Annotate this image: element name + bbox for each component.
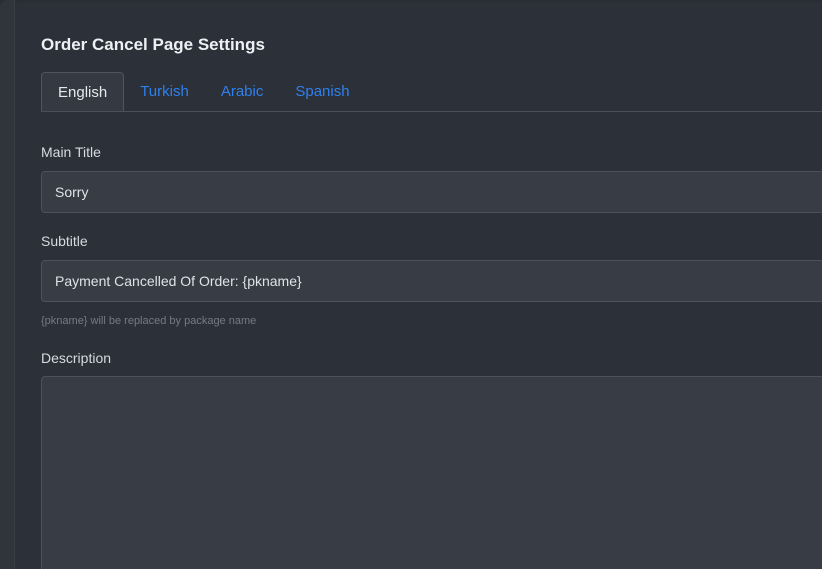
settings-window: Order Cancel Page Settings English Turki… xyxy=(0,0,822,569)
tab-arabic[interactable]: Arabic xyxy=(205,72,280,110)
tab-english[interactable]: English xyxy=(41,72,125,111)
subtitle-hint: {pkname} will be replaced by package nam… xyxy=(41,315,257,327)
description-label: Description xyxy=(41,350,112,366)
main-title-label: Main Title xyxy=(41,144,101,160)
tab-spanish[interactable]: Spanish xyxy=(279,72,365,110)
description-textarea[interactable] xyxy=(41,376,822,569)
page-title: Order Cancel Page Settings xyxy=(41,35,265,54)
tab-turkish[interactable]: Turkish xyxy=(124,72,205,110)
main-title-input[interactable] xyxy=(41,171,822,213)
language-tabs: English Turkish Arabic Spanish xyxy=(41,72,822,112)
subtitle-input[interactable] xyxy=(41,260,822,302)
left-sidebar-rail xyxy=(0,0,15,569)
subtitle-label: Subtitle xyxy=(41,233,88,249)
